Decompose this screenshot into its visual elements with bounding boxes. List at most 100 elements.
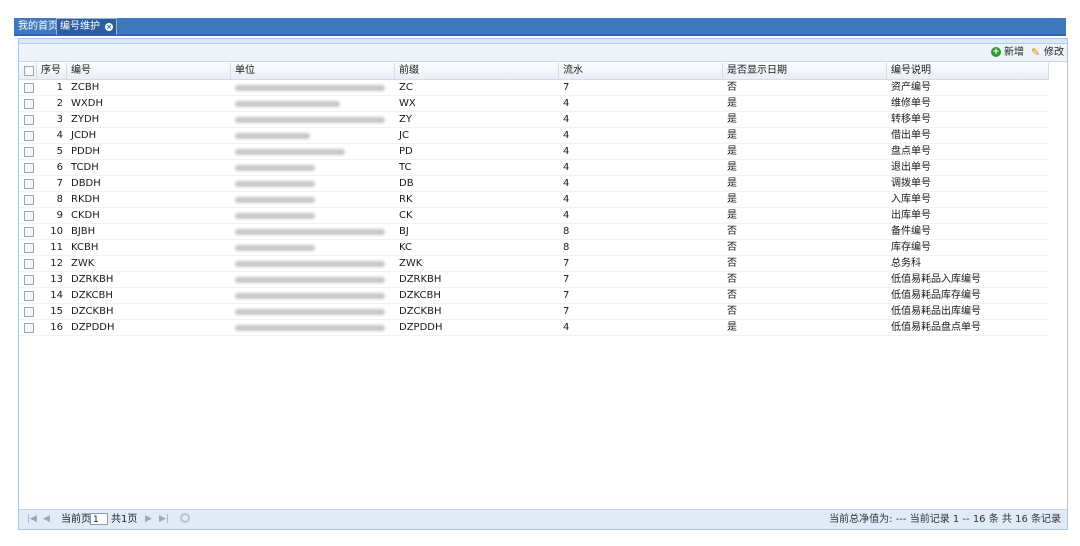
select-all-checkbox[interactable] (24, 66, 34, 76)
table-row[interactable]: 3 ZYDH ZY 4 是 转移单号 (19, 112, 1049, 128)
cell-prefix: WX (399, 98, 416, 109)
table-row[interactable]: 12 ZWK ZWK 7 否 总务科 (19, 256, 1049, 272)
total-pages-label: 共1页 (111, 514, 138, 525)
table-row[interactable]: 6 TCDH TC 4 是 退出单号 (19, 160, 1049, 176)
row-checkbox[interactable] (24, 307, 34, 317)
tab-home[interactable]: 我的首页 (15, 19, 61, 34)
row-select-cell (19, 272, 37, 287)
cell-flow: 7 (563, 306, 570, 317)
table-row[interactable]: 10 BJBH BJ 8 否 备件编号 (19, 224, 1049, 240)
row-select-cell (19, 112, 37, 127)
cell-flow: 4 (563, 130, 570, 141)
cell-show-date: 否 (727, 226, 737, 237)
row-checkbox[interactable] (24, 99, 34, 109)
cell-code: DBDH (71, 178, 101, 189)
redacted-unit (235, 245, 315, 251)
table-row[interactable]: 8 RKDH RK 4 是 入库单号 (19, 192, 1049, 208)
column-header-show-date[interactable]: 是否显示日期 (723, 63, 887, 79)
cell-flow: 4 (563, 114, 570, 125)
cell-code: DZCKBH (71, 306, 114, 317)
table-row[interactable]: 4 JCDH JC 4 是 借出单号 (19, 128, 1049, 144)
tab-label: 编号维护 (60, 21, 100, 32)
page-number-input[interactable]: 1 (90, 513, 108, 525)
row-checkbox[interactable] (24, 275, 34, 285)
pagination-bar: |◀ ◀ 当前页 1 共1页 ▶ ▶| 当前总净值为: --- 当前记录 1 -… (19, 509, 1067, 529)
record-status: 当前总净值为: --- 当前记录 1 -- 16 条 共 16 条记录 (829, 514, 1061, 525)
row-checkbox[interactable] (24, 131, 34, 141)
row-checkbox[interactable] (24, 147, 34, 157)
column-header-seq[interactable]: 序号 (37, 63, 67, 79)
cell-seq: 9 (56, 210, 63, 221)
cell-code: JCDH (71, 130, 97, 141)
cell-unit (231, 128, 395, 143)
cell-prefix: DZPDDH (399, 322, 443, 333)
cell-show-date: 否 (727, 306, 737, 317)
table-row[interactable]: 14 DZKCBH DZKCBH 7 否 低值易耗品库存编号 (19, 288, 1049, 304)
row-checkbox[interactable] (24, 323, 34, 333)
add-icon: + (991, 47, 1001, 57)
row-checkbox[interactable] (24, 243, 34, 253)
redacted-unit (235, 197, 315, 203)
cell-flow: 7 (563, 274, 570, 285)
cell-unit (231, 160, 395, 175)
cell-code: ZWK (71, 258, 95, 269)
row-select-cell (19, 256, 37, 271)
redacted-unit (235, 181, 315, 187)
redacted-unit (235, 85, 385, 91)
cell-code: DZRKBH (71, 274, 114, 285)
prev-page-icon[interactable]: ◀ (43, 512, 50, 527)
cell-prefix: ZY (399, 114, 412, 125)
edit-button[interactable]: ✎ 修改 (1029, 45, 1066, 60)
cell-unit (231, 224, 395, 239)
tab-code-maintenance[interactable]: 编号维护 × (56, 18, 117, 35)
cell-desc: 借出单号 (891, 130, 931, 141)
first-page-icon[interactable]: |◀ (27, 512, 37, 527)
column-header-code[interactable]: 编号 (67, 63, 231, 79)
cell-desc: 库存编号 (891, 242, 931, 253)
cell-code: ZYDH (71, 114, 100, 125)
table-row[interactable]: 13 DZRKBH DZRKBH 7 否 低值易耗品入库编号 (19, 272, 1049, 288)
cell-code: WXDH (71, 98, 103, 109)
cell-seq: 1 (56, 82, 63, 93)
cell-prefix: PD (399, 146, 413, 157)
cell-prefix: DZCKBH (399, 306, 442, 317)
cell-code: BJBH (71, 226, 96, 237)
close-icon[interactable]: × (105, 23, 113, 31)
edit-label: 修改 (1044, 47, 1064, 58)
row-select-cell (19, 208, 37, 223)
last-page-icon[interactable]: ▶| (159, 512, 169, 527)
next-page-icon[interactable]: ▶ (145, 512, 152, 527)
redacted-unit (235, 309, 385, 315)
row-checkbox[interactable] (24, 291, 34, 301)
column-header-prefix[interactable]: 前缀 (395, 63, 559, 79)
column-header-desc[interactable]: 编号说明 (887, 63, 1049, 79)
row-checkbox[interactable] (24, 115, 34, 125)
table-row[interactable]: 16 DZPDDH DZPDDH 4 是 低值易耗品盘点单号 (19, 320, 1049, 336)
column-header-flow[interactable]: 流水 (559, 63, 723, 79)
row-checkbox[interactable] (24, 83, 34, 93)
table-row[interactable]: 9 CKDH CK 4 是 出库单号 (19, 208, 1049, 224)
table-row[interactable]: 1 ZCBH ZC 7 否 资产编号 (19, 80, 1049, 96)
table-row[interactable]: 5 PDDH PD 4 是 盘点单号 (19, 144, 1049, 160)
column-header-unit[interactable]: 单位 (231, 63, 395, 79)
table-row[interactable]: 15 DZCKBH DZCKBH 7 否 低值易耗品出库编号 (19, 304, 1049, 320)
table-row[interactable]: 11 KCBH KC 8 否 库存编号 (19, 240, 1049, 256)
refresh-icon[interactable] (180, 513, 190, 523)
row-checkbox[interactable] (24, 195, 34, 205)
grid-panel: + 新增 ✎ 修改 序号 编号 单位 前缀 流水 是否显示日期 编号说明 1 ZC… (18, 38, 1068, 530)
table-row[interactable]: 2 WXDH WX 4 是 维修单号 (19, 96, 1049, 112)
add-button[interactable]: + 新增 (989, 45, 1026, 60)
cell-flow: 4 (563, 178, 570, 189)
cell-flow: 7 (563, 290, 570, 301)
row-checkbox[interactable] (24, 163, 34, 173)
redacted-unit (235, 277, 385, 283)
row-checkbox[interactable] (24, 179, 34, 189)
cell-seq: 2 (56, 98, 63, 109)
table-row[interactable]: 7 DBDH DB 4 是 调拨单号 (19, 176, 1049, 192)
cell-show-date: 是 (727, 114, 737, 125)
row-checkbox[interactable] (24, 211, 34, 221)
row-checkbox[interactable] (24, 259, 34, 269)
cell-code: PDDH (71, 146, 100, 157)
cell-desc: 低值易耗品库存编号 (891, 290, 981, 301)
row-checkbox[interactable] (24, 227, 34, 237)
